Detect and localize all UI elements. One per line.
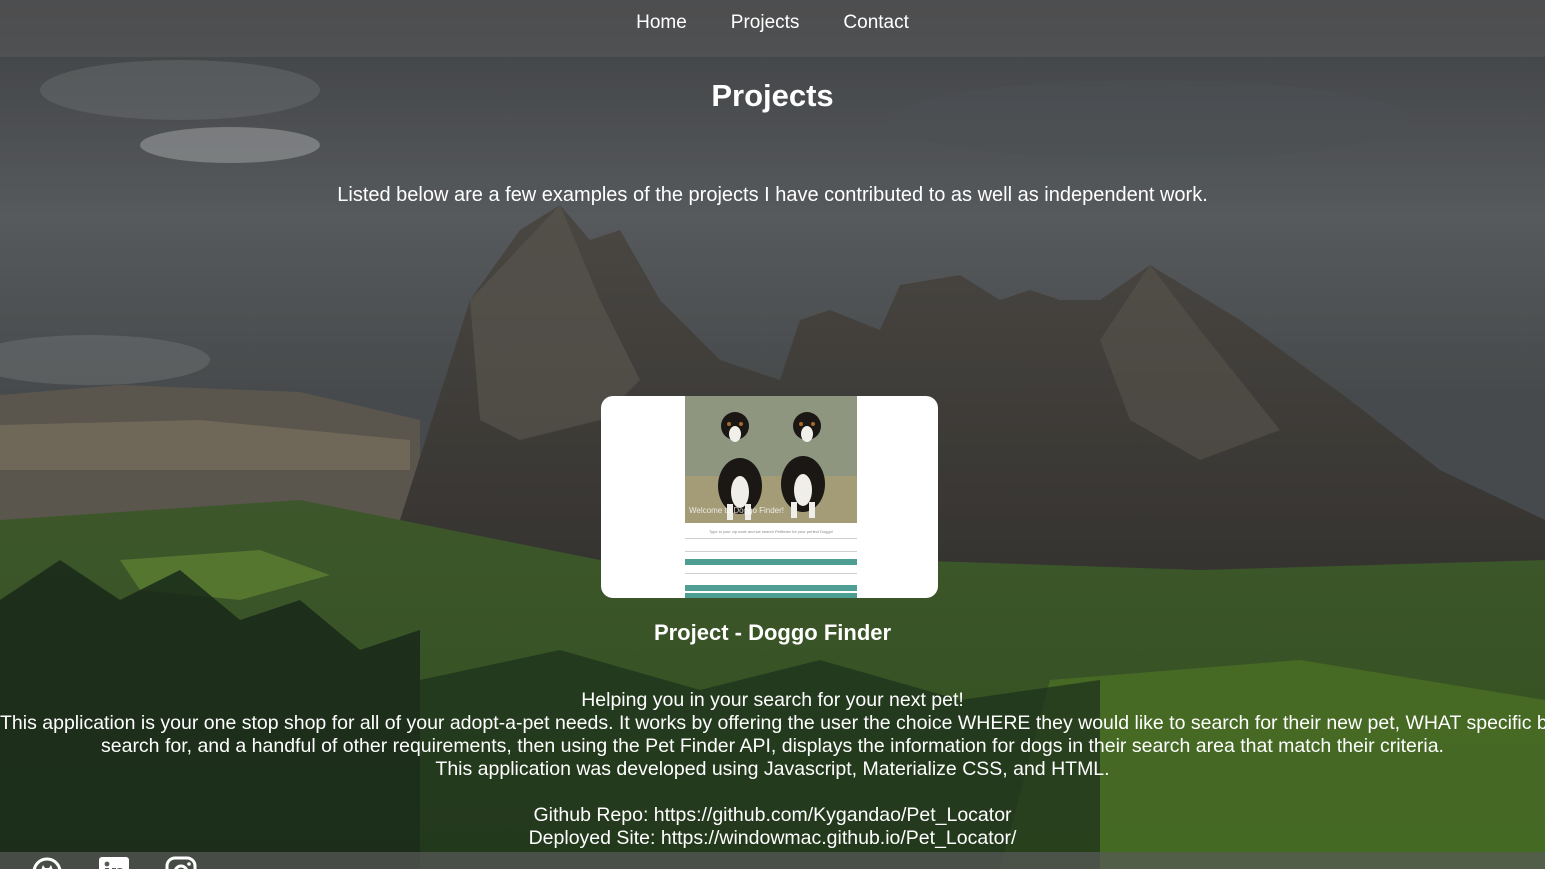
screenshot-field-line	[685, 573, 857, 574]
project-description-line: search for, and a handful of other requi…	[101, 735, 1444, 757]
screenshot-button	[685, 593, 857, 598]
project-tech: This application was developed using Jav…	[435, 758, 1110, 780]
project-screenshot-card[interactable]: Welcome to Doggo Finder! Type in your zi…	[601, 396, 938, 598]
screenshot-field-line	[685, 538, 857, 539]
footer-bar	[0, 852, 1545, 869]
github-repo-label: Github Repo:	[533, 804, 654, 826]
screenshot-button	[685, 585, 857, 591]
page-title: Projects	[711, 78, 834, 113]
nav-link-projects[interactable]: Projects	[731, 12, 800, 34]
screenshot-caption: Welcome to Doggo Finder!	[689, 506, 785, 515]
instagram-icon[interactable]	[165, 856, 197, 869]
project-title: Project - Doggo Finder	[653, 620, 892, 645]
project-screenshot: Welcome to Doggo Finder! Type in your zi…	[685, 396, 857, 598]
deployed-site-link[interactable]: https://windowmac.github.io/Pet_Locator/	[661, 827, 1017, 849]
deployed-site-label: Deployed Site:	[528, 827, 661, 849]
project-description-line: This application is your one stop shop f…	[0, 712, 1545, 734]
top-navbar: Home Projects Contact	[0, 0, 1545, 57]
dogs-photo: Welcome to Doggo Finder!	[685, 396, 857, 523]
nav-link-contact[interactable]: Contact	[843, 12, 908, 34]
github-repo-row: Github Repo: https://github.com/Kygandao…	[0, 804, 1545, 827]
linkedin-icon[interactable]	[98, 856, 130, 869]
github-icon[interactable]	[31, 856, 63, 869]
nav-link-home[interactable]: Home	[636, 12, 687, 34]
project-tagline: Helping you in your search for your next…	[581, 689, 964, 711]
github-repo-link[interactable]: https://github.com/Kygandao/Pet_Locator	[654, 804, 1012, 826]
page: Home Projects Contact Projects Listed be…	[0, 0, 1545, 869]
dogs-illustration	[685, 396, 857, 523]
project-description: Helping you in your search for your next…	[0, 689, 1545, 850]
screenshot-field-line	[685, 551, 857, 552]
deployed-site-row: Deployed Site: https://windowmac.github.…	[0, 827, 1545, 850]
screenshot-subline: Type in your zip code and we search Petf…	[708, 529, 834, 534]
intro-text: Listed below are a few examples of the p…	[337, 184, 1208, 206]
screenshot-button	[685, 559, 857, 565]
